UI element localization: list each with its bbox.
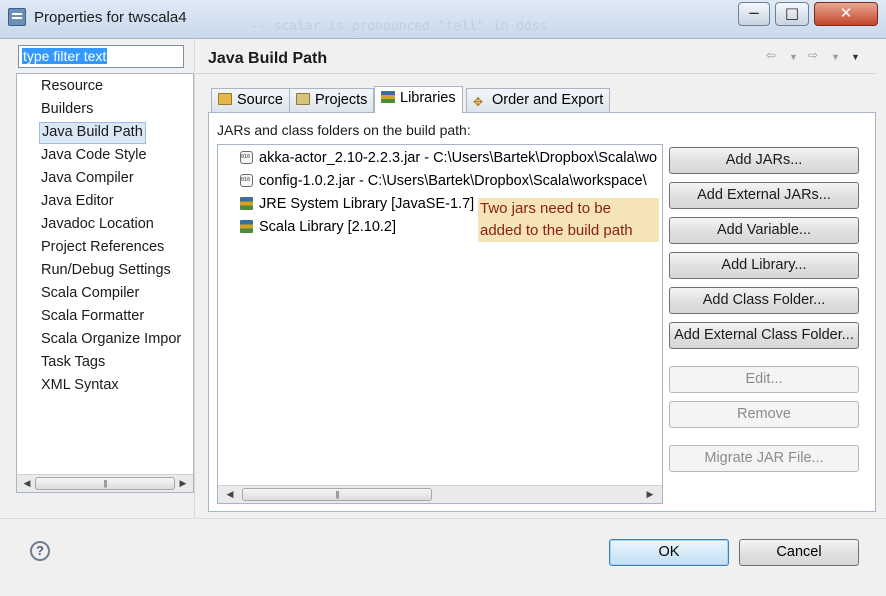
- footer-separator: [0, 518, 886, 519]
- tab-projects[interactable]: Projects: [289, 88, 375, 112]
- nav-item-resource[interactable]: Resource: [41, 76, 103, 96]
- jar-icon: [240, 151, 253, 164]
- scroll-left-icon[interactable]: ◀: [19, 475, 35, 492]
- add-jars-button[interactable]: Add JARs...: [669, 147, 859, 174]
- back-dropdown-icon[interactable]: ▼: [789, 52, 798, 62]
- nav-item-scala-formatter[interactable]: Scala Formatter: [41, 306, 144, 326]
- filter-input[interactable]: type filter text: [18, 45, 184, 68]
- tab-order-and-export[interactable]: ✥ Order and Export: [466, 88, 611, 112]
- build-path-list-label: JARs and class folders on the build path…: [217, 122, 471, 138]
- filter-text: type filter text: [22, 48, 108, 64]
- jar-icon: [240, 174, 253, 187]
- background-text: -- scalar is pronounced "tell" in ddss: [250, 19, 548, 34]
- edit-button[interactable]: Edit...: [669, 366, 859, 393]
- page-title: Java Build Path: [208, 50, 328, 67]
- tab-libraries[interactable]: Libraries: [374, 86, 463, 113]
- view-menu-icon[interactable]: ▼: [851, 52, 860, 62]
- forward-dropdown-icon[interactable]: ▼: [831, 52, 840, 62]
- library-icon: [240, 220, 253, 233]
- list-item[interactable]: akka-actor_2.10-2.2.3.jar - C:\Users\Bar…: [240, 148, 657, 168]
- entry-label: JRE System Library [JavaSE-1.7]: [259, 196, 475, 212]
- ok-button[interactable]: OK: [609, 539, 729, 566]
- add-class-folder-button[interactable]: Add Class Folder...: [669, 287, 859, 314]
- nav-item-java-code-style[interactable]: Java Code Style: [41, 145, 147, 165]
- scroll-thumb[interactable]: |||: [35, 477, 175, 490]
- nav-item-javadoc-location[interactable]: Javadoc Location: [41, 214, 154, 234]
- tab-label: Projects: [315, 92, 368, 108]
- app-icon: [8, 8, 26, 26]
- tab-label: Order and Export: [492, 92, 604, 108]
- order-export-icon: ✥: [473, 95, 484, 109]
- window-title: Properties for twscala4: [34, 9, 187, 26]
- scroll-right-icon[interactable]: ▶: [175, 475, 191, 492]
- tab-source[interactable]: Source: [211, 88, 290, 112]
- entries-horizontal-scrollbar[interactable]: ◀ ||| ▶: [218, 485, 662, 503]
- add-library-button[interactable]: Add Library...: [669, 252, 859, 279]
- source-folder-icon: [218, 93, 232, 105]
- projects-icon: [296, 93, 310, 105]
- list-item[interactable]: JRE System Library [JavaSE-1.7]: [240, 194, 474, 214]
- nav-horizontal-scrollbar[interactable]: ◀ ||| ▶: [17, 474, 193, 492]
- forward-arrow-icon[interactable]: ⇨: [808, 48, 818, 62]
- migrate-jar-button[interactable]: Migrate JAR File...: [669, 445, 859, 472]
- nav-item-builders[interactable]: Builders: [41, 99, 93, 119]
- list-item[interactable]: config-1.0.2.jar - C:\Users\Bartek\Dropb…: [240, 171, 647, 191]
- close-button[interactable]: ✕: [814, 2, 878, 26]
- library-icon: [240, 197, 253, 210]
- add-external-class-folder-button[interactable]: Add External Class Folder...: [669, 322, 859, 349]
- annotation-note: Two jars need to be added to the build p…: [478, 198, 659, 242]
- entry-label: config-1.0.2.jar - C:\Users\Bartek\Dropb…: [259, 173, 647, 189]
- add-external-jars-button[interactable]: Add External JARs...: [669, 182, 859, 209]
- nav-item-task-tags[interactable]: Task Tags: [41, 352, 105, 372]
- note-line: added to the build path: [480, 222, 633, 239]
- help-icon[interactable]: ?: [30, 541, 50, 561]
- nav-item-project-references[interactable]: Project References: [41, 237, 164, 257]
- scroll-thumb[interactable]: |||: [242, 488, 432, 501]
- tab-label: Libraries: [400, 90, 456, 106]
- nav-item-java-editor[interactable]: Java Editor: [41, 191, 114, 211]
- nav-item-java-build-path[interactable]: Java Build Path: [39, 122, 146, 144]
- entry-label: Scala Library [2.10.2]: [259, 219, 397, 235]
- header-separator: [196, 73, 876, 74]
- cancel-button[interactable]: Cancel: [739, 539, 859, 566]
- back-arrow-icon[interactable]: ⇦: [766, 48, 776, 62]
- nav-item-scala-compiler[interactable]: Scala Compiler: [41, 283, 139, 303]
- remove-button[interactable]: Remove: [669, 401, 859, 428]
- nav-item-java-compiler[interactable]: Java Compiler: [41, 168, 134, 188]
- list-item[interactable]: Scala Library [2.10.2]: [240, 217, 396, 237]
- maximize-button[interactable]: □: [775, 2, 809, 26]
- properties-nav-tree: Resource Builders Java Build Path Java C…: [16, 73, 194, 493]
- nav-item-run-debug-settings[interactable]: Run/Debug Settings: [41, 260, 171, 280]
- note-line: Two jars need to be: [480, 200, 611, 217]
- tab-label: Source: [237, 92, 283, 108]
- libraries-icon: [381, 91, 395, 103]
- minimize-button[interactable]: −: [738, 2, 770, 26]
- nav-item-xml-syntax[interactable]: XML Syntax: [41, 375, 119, 395]
- nav-item-scala-organize-imports[interactable]: Scala Organize Impor: [41, 329, 181, 349]
- entry-label: akka-actor_2.10-2.2.3.jar - C:\Users\Bar…: [259, 150, 658, 166]
- scroll-left-icon[interactable]: ◀: [222, 486, 238, 503]
- pane-divider[interactable]: [194, 38, 195, 518]
- add-variable-button[interactable]: Add Variable...: [669, 217, 859, 244]
- scroll-right-icon[interactable]: ▶: [642, 486, 658, 503]
